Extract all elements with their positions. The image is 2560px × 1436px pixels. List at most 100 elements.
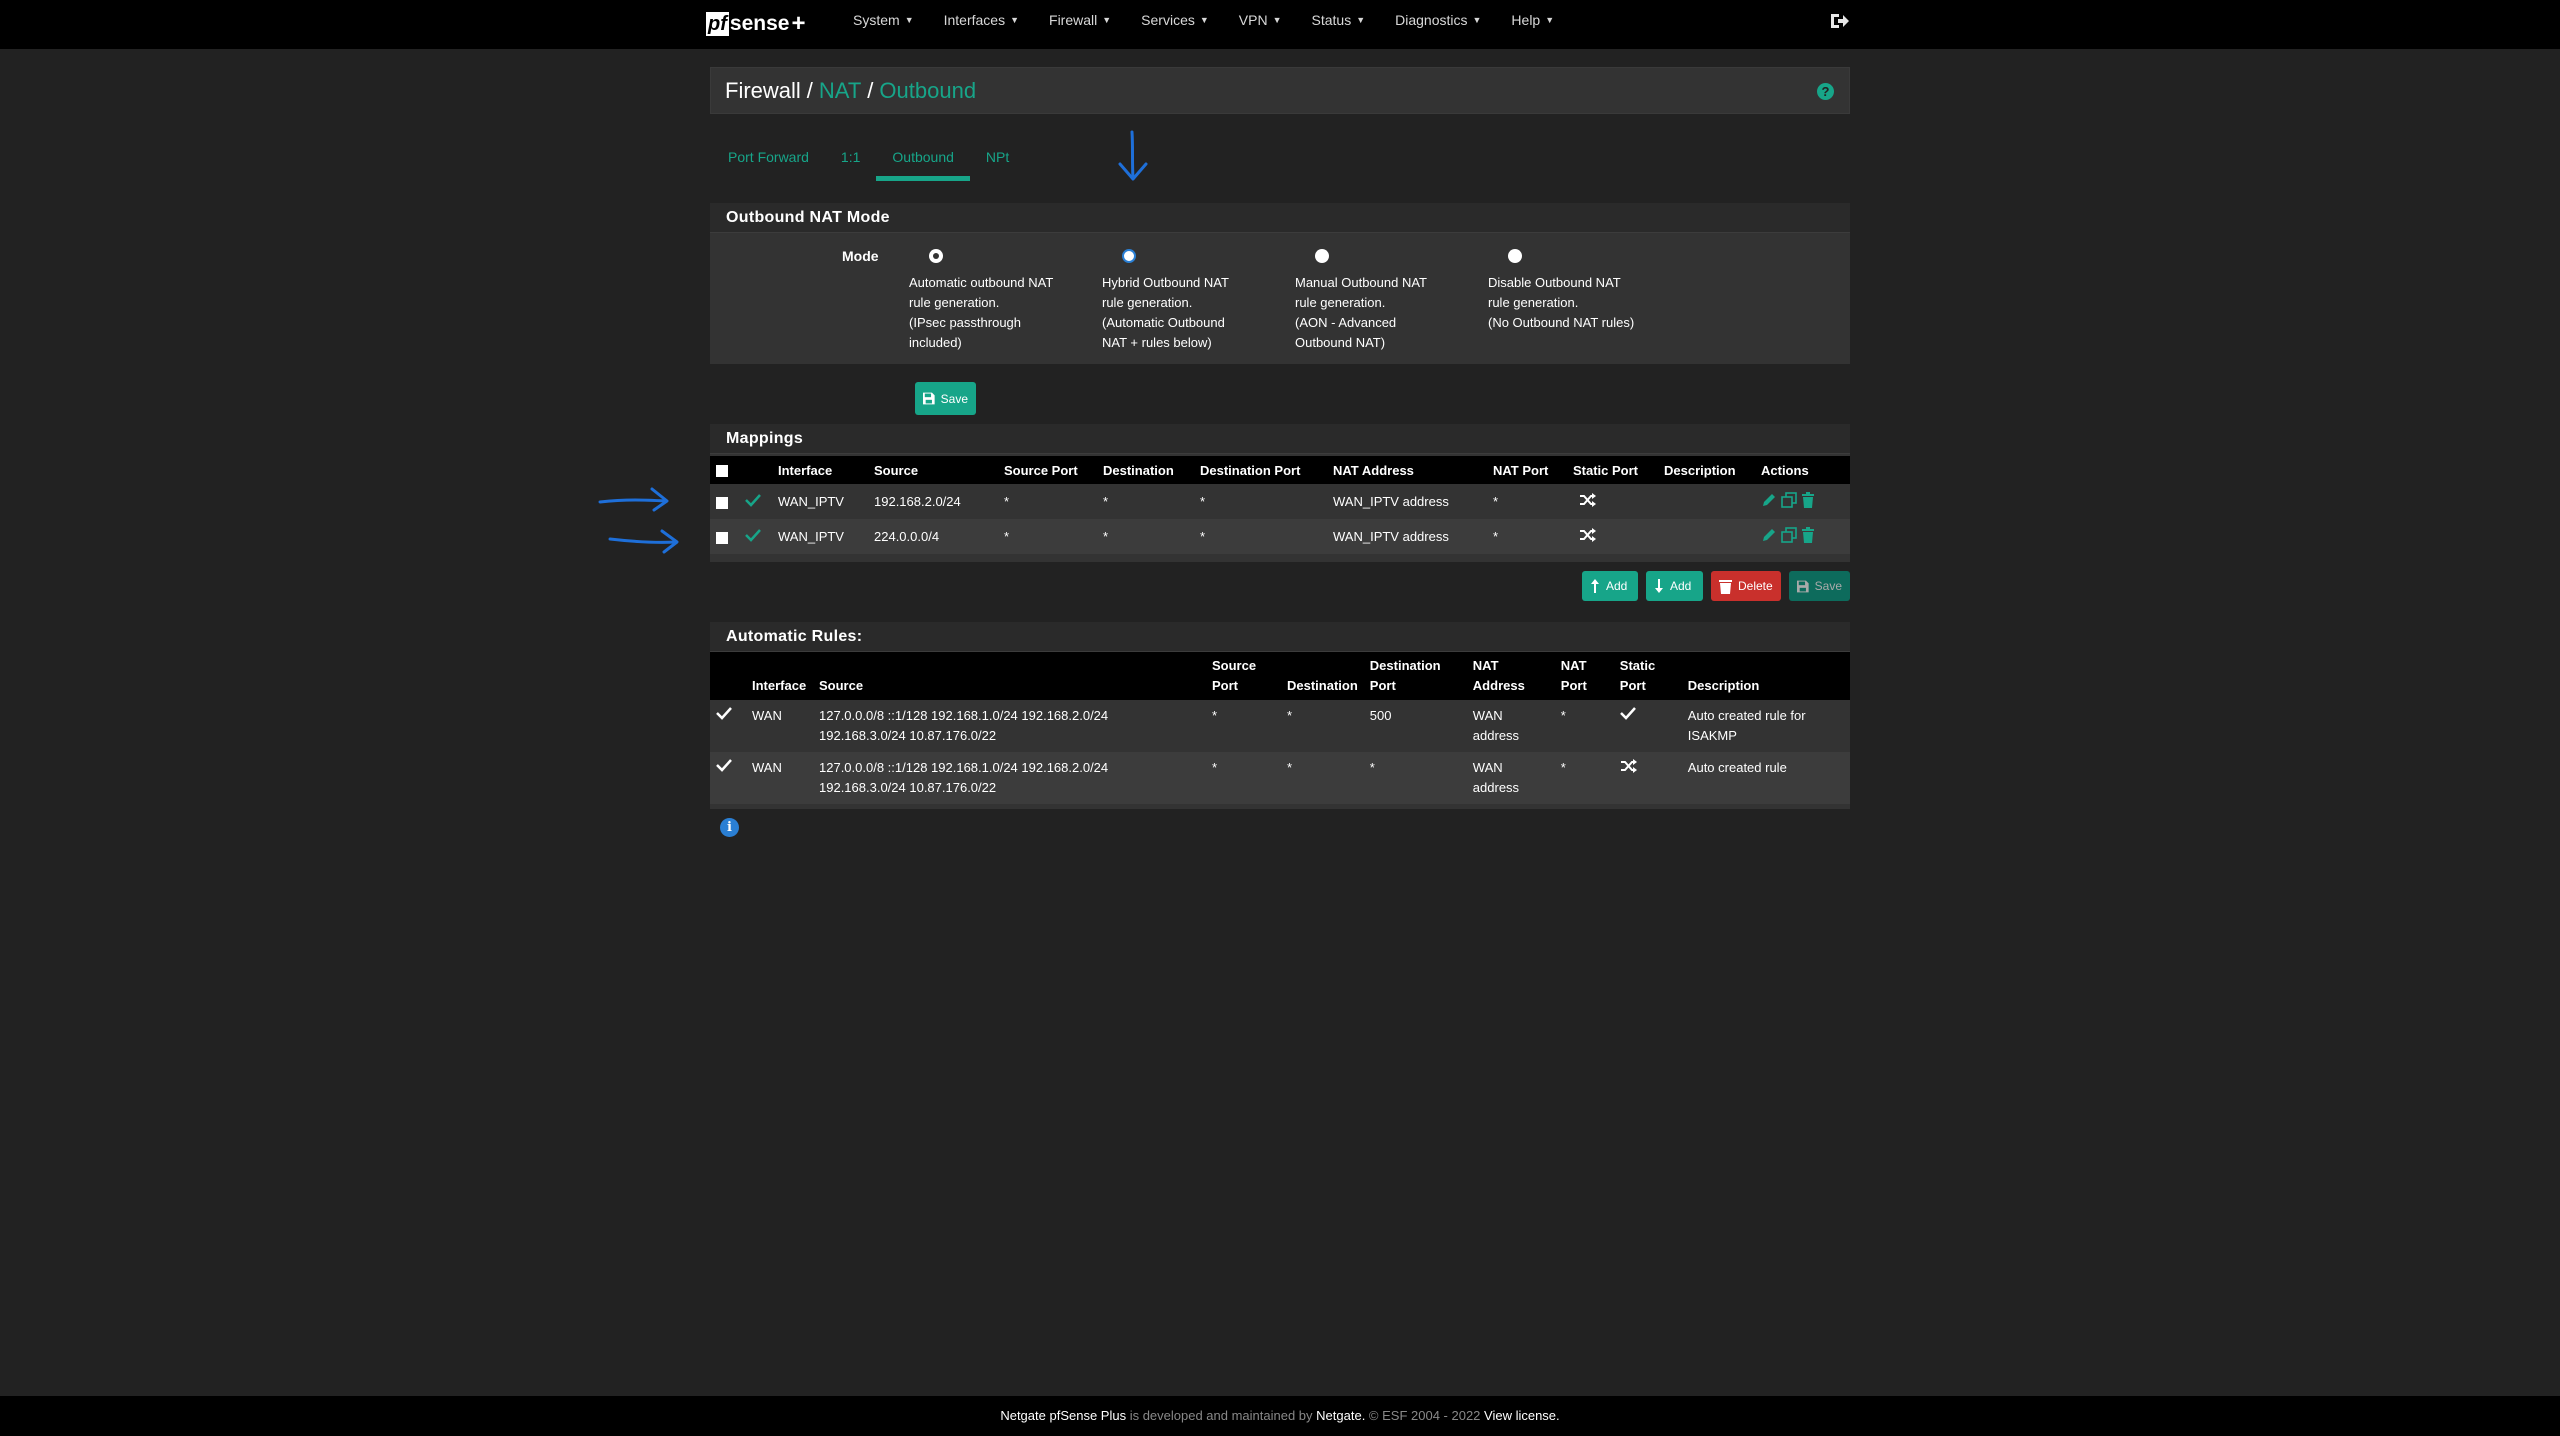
radio-disable[interactable] bbox=[1508, 249, 1522, 263]
auto-col-nat-address-line: NAT bbox=[1472, 658, 1499, 673]
footer-copyright: © ESF 2004 - 2022 bbox=[1365, 1408, 1485, 1423]
row-destination: * bbox=[1097, 519, 1194, 554]
footer-company-link[interactable]: Netgate. bbox=[1316, 1408, 1365, 1423]
enabled-check-icon[interactable] bbox=[744, 528, 762, 542]
auto-row-interface: WAN bbox=[746, 700, 813, 752]
mode-option-manual[interactable]: Manual Outbound NAT rule generation. (AO… bbox=[1295, 249, 1465, 353]
logo-sense: sense bbox=[729, 12, 790, 35]
info-icon[interactable]: i bbox=[720, 818, 739, 837]
auto-status-cell bbox=[710, 700, 746, 752]
edit-pencil-icon[interactable] bbox=[1761, 492, 1777, 508]
mode-option-hybrid[interactable]: Hybrid Outbound NAT rule generation. (Au… bbox=[1102, 249, 1272, 353]
mode-manual-text: Outbound NAT) bbox=[1295, 335, 1386, 350]
add-top-label: Add bbox=[1606, 579, 1628, 593]
logo-plus: + bbox=[791, 10, 806, 37]
menu-firewall[interactable]: Firewall ▼ bbox=[1034, 0, 1126, 49]
mappings-header-row: Interface Source Source Port Destination… bbox=[710, 456, 1850, 484]
table-row: WAN 127.0.0.0/8 ::1/128 192.168.1.0/24 1… bbox=[710, 752, 1850, 804]
tab-one-to-one[interactable]: 1:1 bbox=[825, 140, 876, 184]
edit-pencil-icon[interactable] bbox=[1761, 527, 1777, 543]
row-destination-port: * bbox=[1194, 519, 1327, 554]
save-mode-button[interactable]: Save bbox=[915, 382, 976, 415]
auto-col-interface: Interface bbox=[746, 652, 813, 700]
tab-npt[interactable]: NPt bbox=[970, 140, 1025, 184]
row-destination-port: * bbox=[1194, 484, 1327, 519]
tab-outbound[interactable]: Outbound bbox=[876, 140, 970, 184]
footer-license-link[interactable]: View license. bbox=[1484, 1408, 1560, 1423]
auto-col-static-port-line: Static bbox=[1619, 658, 1656, 673]
pfsense-logo[interactable]: pf sense + bbox=[706, 6, 805, 42]
auto-col-destination-port: Destination Port bbox=[1363, 652, 1467, 700]
nat-mode-heading: Outbound NAT Mode bbox=[710, 203, 1850, 233]
menu-system[interactable]: System ▼ bbox=[838, 0, 929, 49]
check-icon bbox=[716, 707, 732, 720]
delete-button[interactable]: Delete bbox=[1711, 571, 1781, 601]
auto-row-nat-address-line: WAN bbox=[1472, 708, 1503, 723]
auto-row-description: Auto created rule bbox=[1681, 752, 1850, 804]
mode-option-automatic[interactable]: Automatic outbound NAT rule generation. … bbox=[909, 249, 1079, 353]
table-row[interactable]: WAN_IPTV 192.168.2.0/24 * * * WAN_IPTV a… bbox=[710, 484, 1850, 519]
auto-row-nat-port: * bbox=[1554, 700, 1614, 752]
auto-col-nat-port-line: NAT bbox=[1560, 658, 1587, 673]
auto-row-nat-address: WAN address bbox=[1466, 700, 1555, 752]
copy-icon[interactable] bbox=[1781, 527, 1797, 543]
annotation-down-arrow bbox=[1118, 130, 1148, 181]
menu-vpn[interactable]: VPN ▼ bbox=[1224, 0, 1297, 49]
radio-hybrid[interactable] bbox=[1122, 249, 1136, 263]
automatic-rules-heading: Automatic Rules: bbox=[710, 622, 1850, 652]
add-bottom-button[interactable]: Add bbox=[1646, 571, 1703, 601]
row-actions bbox=[1755, 484, 1850, 519]
auto-row-description: Auto created rule for ISAKMP bbox=[1681, 700, 1850, 752]
footer-product[interactable]: Netgate pfSense Plus bbox=[1000, 1408, 1126, 1423]
menu-services[interactable]: Services ▼ bbox=[1126, 0, 1224, 49]
row-checkbox[interactable] bbox=[716, 531, 728, 544]
menu-help[interactable]: Help ▼ bbox=[1496, 0, 1569, 49]
breadcrumb-separator: / bbox=[806, 78, 813, 103]
mappings-heading: Mappings bbox=[710, 424, 1850, 454]
auto-row-nat-address-line: address bbox=[1472, 728, 1520, 743]
menu-status[interactable]: Status ▼ bbox=[1297, 0, 1381, 49]
auto-row-source-line: 127.0.0.0/8 ::1/128 192.168.1.0/24 192.1… bbox=[819, 708, 1109, 723]
row-select-cell bbox=[710, 484, 738, 519]
mode-option-disable[interactable]: Disable Outbound NAT rule generation. (N… bbox=[1488, 249, 1658, 333]
mode-manual-text: (AON - Advanced bbox=[1295, 315, 1397, 330]
menu-diagnostics[interactable]: Diagnostics ▼ bbox=[1380, 0, 1496, 49]
table-row[interactable]: WAN_IPTV 224.0.0.0/4 * * * WAN_IPTV addr… bbox=[710, 519, 1850, 554]
radio-manual[interactable] bbox=[1315, 249, 1329, 263]
breadcrumb-outbound-link[interactable]: Outbound bbox=[879, 78, 976, 103]
row-status-cell bbox=[738, 484, 772, 519]
row-interface: WAN_IPTV bbox=[772, 519, 868, 554]
auto-col-destination-port-line: Port bbox=[1369, 678, 1396, 693]
row-checkbox[interactable] bbox=[716, 496, 728, 509]
trash-icon[interactable] bbox=[1801, 527, 1815, 543]
save-mappings-button[interactable]: Save bbox=[1789, 571, 1850, 601]
row-nat-address: WAN_IPTV address bbox=[1327, 519, 1487, 554]
enabled-check-icon[interactable] bbox=[744, 493, 762, 507]
annotation-right-arrow bbox=[598, 487, 669, 512]
add-top-button[interactable]: Add bbox=[1582, 571, 1638, 601]
radio-automatic[interactable] bbox=[929, 249, 943, 263]
auto-col-source-port: Source Port bbox=[1206, 652, 1281, 700]
select-all-checkbox[interactable] bbox=[716, 465, 728, 478]
help-icon[interactable]: ? bbox=[1817, 83, 1834, 100]
auto-status-cell bbox=[710, 752, 746, 804]
breadcrumb-nat-link[interactable]: NAT bbox=[819, 78, 861, 103]
auto-row-source-line: 192.168.3.0/24 10.87.176.0/22 bbox=[819, 780, 997, 795]
auto-row-nat-port: * bbox=[1554, 752, 1614, 804]
row-nat-port: * bbox=[1487, 519, 1567, 554]
trash-icon[interactable] bbox=[1801, 492, 1815, 508]
auto-row-source-port: * bbox=[1206, 700, 1281, 752]
save-icon bbox=[923, 392, 935, 405]
check-icon bbox=[1619, 707, 1636, 720]
row-select-cell bbox=[710, 519, 738, 554]
auto-row-source: 127.0.0.0/8 ::1/128 192.168.1.0/24 192.1… bbox=[813, 700, 1206, 752]
status-header bbox=[738, 456, 772, 484]
mappings-panel: Mappings Interface Source Source Port De… bbox=[710, 424, 1850, 562]
tab-port-forward[interactable]: Port Forward bbox=[712, 140, 825, 184]
menu-interfaces[interactable]: Interfaces ▼ bbox=[929, 0, 1034, 49]
logout-icon[interactable] bbox=[1828, 10, 1850, 32]
copy-icon[interactable] bbox=[1781, 492, 1797, 508]
row-static-port bbox=[1567, 519, 1658, 554]
automatic-rules-panel: Automatic Rules: Interface Source Source… bbox=[710, 622, 1850, 809]
save-mode-label: Save bbox=[940, 391, 968, 406]
